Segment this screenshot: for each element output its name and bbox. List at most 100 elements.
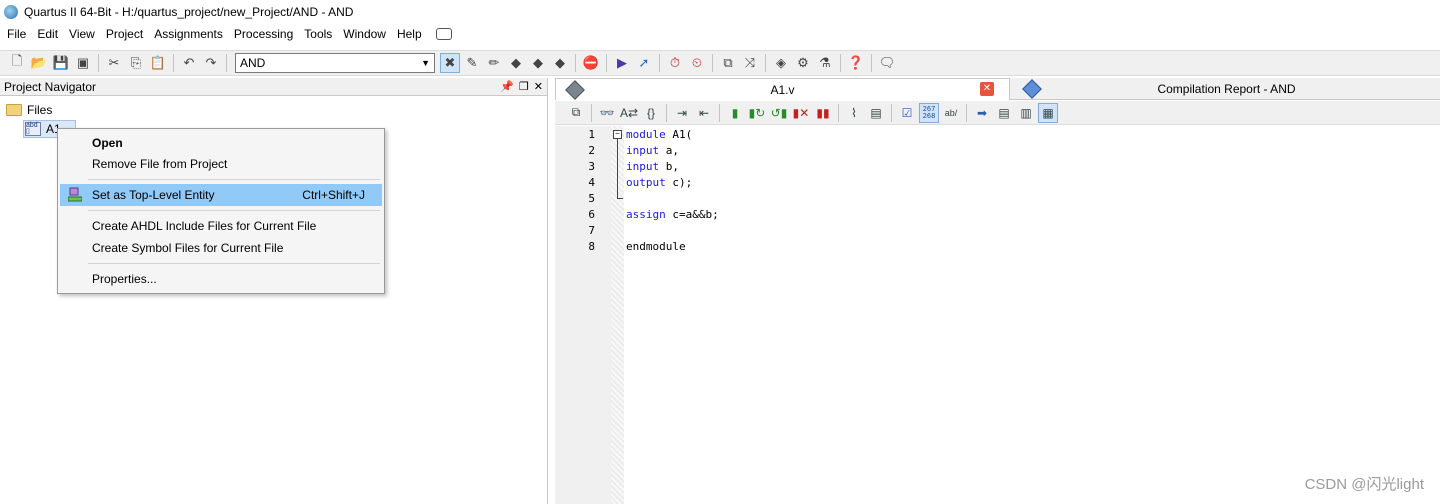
next-bookmark-icon[interactable]: ▮↻ [747,103,767,123]
code-line[interactable]: input b, [626,160,679,173]
keyword: input [626,144,660,157]
open-folder-icon[interactable]: 📂 [29,53,49,73]
toolbar-separator [226,54,227,72]
collapse-icon[interactable]: − [613,130,622,139]
undo-icon[interactable]: ↶ [179,53,199,73]
stop-icon[interactable]: ⛔ [581,53,601,73]
tab-a1-v[interactable]: A1.v ✕ [555,78,1010,100]
check-icon[interactable]: ☑ [897,103,917,123]
menu-item-create-symbol[interactable]: Create Symbol Files for Current File [60,237,382,259]
timing-analyzer-icon[interactable]: ⏱ [665,53,685,73]
close-icon[interactable]: ✕ [534,80,543,93]
view-split-icon[interactable]: ▥ [1016,103,1036,123]
chip-planner-icon[interactable]: ✖ [440,53,460,73]
code-line[interactable]: input a, [626,144,679,157]
restore-icon[interactable]: ❐ [519,80,529,93]
save-icon[interactable]: 💾 [51,53,71,73]
menu-item-create-ahdl[interactable]: Create AHDL Include Files for Current Fi… [60,215,382,237]
sopc-builder-icon[interactable]: ⚗ [815,53,835,73]
line-numbers-icon[interactable]: 267 268 [919,102,939,123]
netlist-viewer-icon[interactable]: ⤨ [740,53,760,73]
toolbar-separator [840,54,841,72]
toolbar-separator [765,54,766,72]
menu-help[interactable]: Help [394,27,430,41]
copy-icon[interactable]: ⎘ [126,53,146,73]
menu-item-set-top-level-label: Set as Top-Level Entity [92,188,215,202]
previous-bookmark-icon[interactable]: ↺▮ [769,103,789,123]
close-tab-icon[interactable]: ✕ [980,82,994,96]
menu-item-open[interactable]: Open [60,132,382,154]
menu-window[interactable]: Window [340,27,394,41]
analysis-icon[interactable]: ◆ [506,53,526,73]
menu-view[interactable]: View [66,27,103,41]
document-tab-bar: A1.v ✕ Compilation Report - AND [555,78,1440,100]
menu-file[interactable]: File [4,27,34,41]
comment-icon[interactable]: ▤ [866,103,886,123]
menu-edit[interactable]: Edit [34,27,66,41]
start-compilation-icon[interactable]: ▶ [612,53,632,73]
code-text: A1( [665,128,693,141]
menu-item-set-top-level[interactable]: Set as Top-Level Entity Ctrl+Shift+J [60,184,382,206]
decrease-indent-icon[interactable]: ⇤ [694,103,714,123]
signaltap-icon[interactable]: ⚙ [793,53,813,73]
code-line[interactable]: module A1( [626,128,692,141]
menu-item-shortcut: Ctrl+Shift+J [302,188,365,202]
toggle-bookmark-icon[interactable]: ▮ [725,103,745,123]
settings-wizard-icon[interactable]: ✎ [462,53,482,73]
menu-item-properties[interactable]: Properties... [60,268,382,290]
help-icon[interactable]: ❓ [846,53,866,73]
toolbar-separator [712,54,713,72]
keyword: module [626,128,666,141]
toolbar-separator [666,103,667,122]
code-line[interactable]: endmodule [626,240,686,253]
whats-this-icon[interactable] [435,28,452,40]
toolbar-separator [575,54,576,72]
pin-planner-icon[interactable]: ✏ [484,53,504,73]
insert-template-icon[interactable]: {} [641,103,661,123]
increase-indent-icon[interactable]: ⇥ [672,103,692,123]
menu-project[interactable]: Project [103,27,151,41]
code-text: c=a&&b; [665,208,719,221]
new-file-icon[interactable]: 🗋 [7,53,27,73]
entity-select[interactable]: AND ▼ [235,53,435,73]
timequest-icon[interactable]: ⏲ [687,53,707,73]
menu-item-remove-file[interactable]: Remove File from Project [60,153,382,175]
clear-bookmarks-icon[interactable]: ▮✕ [791,103,811,123]
replace-icon[interactable]: A⇄ [619,103,639,123]
word-wrap-icon[interactable]: ab/ [941,103,961,123]
goto-line-icon[interactable]: ➡ [972,103,992,123]
find-icon[interactable]: 👓 [597,103,617,123]
menu-separator [88,210,380,211]
menu-assignments[interactable]: Assignments [151,27,231,41]
chevron-down-icon: ▼ [421,58,430,68]
menu-item-create-ahdl-label: Create AHDL Include Files for Current Fi… [92,219,317,233]
paste-icon[interactable]: 📋 [148,53,168,73]
save-all-icon[interactable]: ▣ [73,53,93,73]
bookmarks-list-icon[interactable]: ▮▮ [813,103,833,123]
cut-icon[interactable]: ✂ [104,53,124,73]
keyword: output [626,176,666,189]
toolbar-separator [173,54,174,72]
attach-icon[interactable]: ⌇ [844,103,864,123]
menu-tools[interactable]: Tools [301,27,340,41]
redo-icon[interactable]: ↷ [201,53,221,73]
view-full-icon[interactable]: ▦ [1038,102,1058,123]
detach-window-icon[interactable]: ⧉ [566,103,586,123]
tab-compilation-report[interactable]: Compilation Report - AND [1013,78,1440,100]
tree-folder-files[interactable]: Files [6,103,52,117]
programmer-icon[interactable]: ◈ [771,53,791,73]
synthesis-icon[interactable]: ◆ [528,53,548,73]
project-navigator-header: Project Navigator 📌 ❐ ✕ [0,78,547,96]
rtl-viewer-icon[interactable]: ⧉ [718,53,738,73]
title-bar: Quartus II 64-Bit - H:/quartus_project/n… [0,0,1440,24]
context-help-icon[interactable]: 🗨 [877,53,897,73]
toolbar-separator [591,103,592,122]
view-normal-icon[interactable]: ▤ [994,103,1014,123]
pin-icon[interactable]: 📌 [500,80,514,93]
compile-step-icon[interactable]: ➚ [634,53,654,73]
code-line[interactable]: output c); [626,176,692,189]
code-line[interactable]: assign c=a&&b; [626,208,719,221]
menu-processing[interactable]: Processing [231,27,301,41]
fitter-icon[interactable]: ◆ [550,53,570,73]
verilog-file-icon: abd ▯ [25,122,41,136]
